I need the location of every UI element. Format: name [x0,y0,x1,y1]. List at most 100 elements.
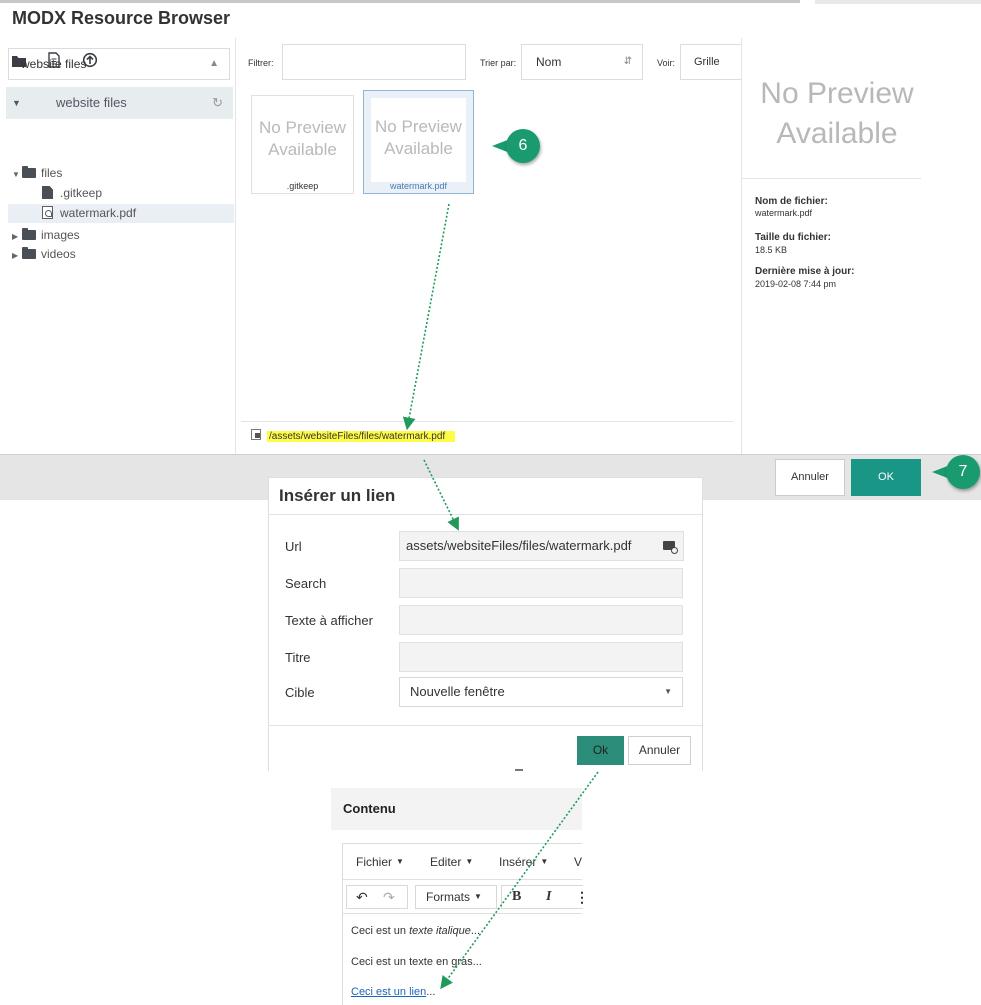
pdf-file-icon [42,206,53,219]
editor-line-italic[interactable]: Ceci est un texte italique... [351,925,480,937]
caret-right-icon[interactable]: ▶ [12,227,22,246]
badge-number: 6 [506,129,540,163]
thumbnail-gitkeep[interactable]: No Preview Available .gitkeep [251,95,354,194]
editor-line-bold[interactable]: Ceci est un texte en gras... [351,956,482,968]
badge-number: 7 [946,455,980,489]
inserted-link[interactable]: Ceci est un lien [351,986,426,998]
menu-view[interactable]: V [574,855,582,869]
window-top-border [0,0,800,3]
thumbnail-caption: .gitkeep [286,181,319,191]
menu-label: Insérer [499,855,537,869]
media-source-select[interactable]: website files ▲ [8,48,230,80]
tree-item-videos[interactable]: ▶ videos [12,245,232,264]
step-badge-7: 7 [932,455,980,489]
file-path-bar: /assets/websiteFiles/files/watermark.pdf [251,429,456,443]
text-to-display-input[interactable] [399,605,683,635]
tree-item-label: .gitkeep [60,186,103,200]
tree-item-images[interactable]: ▶ images [12,226,232,245]
search-label: Search [285,576,327,591]
browser-title: MODX Resource Browser [12,8,231,28]
line-text: ... [470,925,481,937]
caret-down-icon[interactable]: ▼ [12,165,22,184]
resource-browser-window: MODX Resource Browser website files ▲ ▼ … [0,0,981,500]
folder-icon [22,247,36,259]
tree-header-label: website files [56,95,127,110]
menu-label: V [574,855,583,869]
undo-redo-group: ↶ ↷ [346,885,408,909]
window-top-border-right [815,0,981,4]
tree-header[interactable]: ▼ website files ↻ [6,87,233,119]
line-text: Ceci est un [351,925,410,937]
browser-ok-button[interactable]: OK [851,459,921,496]
browser-cancel-button[interactable]: Annuler [775,459,845,496]
tree-item-gitkeep[interactable]: .gitkeep [42,184,232,203]
title-input[interactable] [399,642,683,672]
target-select[interactable]: Nouvelle fenêtre ▼ [399,677,683,707]
dialog-resize-mark [515,769,523,771]
caret-down-icon: ▼ [465,857,474,866]
align-icon[interactable]: ⋮ [575,889,589,906]
link-ok-button[interactable]: Ok [577,736,624,765]
content-title: Contenu [343,801,396,816]
large-preview-text: No Preview Available [760,77,914,150]
media-source-value: website files [21,57,87,71]
file-path-text: /assets/websiteFiles/files/watermark.pdf [267,431,456,442]
details-divider [741,178,921,179]
tree-item-label: files [41,166,63,180]
sort-value: Nom [536,55,562,69]
chevron-down-icon: ▼ [664,687,672,696]
redo-icon[interactable]: ↷ [383,889,395,906]
sort-label: Trier par: [480,58,517,68]
caret-right-icon[interactable]: ▶ [12,246,22,265]
view-label: Voir: [657,58,676,68]
tree-item-label: watermark.pdf [60,206,137,220]
editor-toolbar: ↶ ↷ Formats ▼ B I ⋮ [343,879,589,914]
formats-dropdown[interactable]: Formats ▼ [415,885,497,909]
folder-icon [22,166,36,178]
view-select[interactable]: Grille [680,44,742,80]
browse-folder-icon [663,541,678,554]
dialog-header-divider [268,514,703,515]
url-label: Url [285,539,302,554]
select-arrows-icon: ⇵ [623,56,632,67]
text-to-display-label: Texte à afficher [285,613,373,628]
filter-input[interactable] [282,44,466,80]
browse-button[interactable] [656,531,684,561]
link-cancel-button[interactable]: Annuler [628,736,691,765]
sort-select[interactable]: Nom ⇵ [521,44,643,80]
formats-text: Formats [426,890,471,904]
search-input[interactable] [399,568,683,598]
meta-key-filename: Nom de fichier: [755,196,828,207]
menu-fichier[interactable]: Fichier ▼ [356,855,404,869]
target-label: Cible [285,685,315,700]
caret-down-icon: ▼ [396,857,404,866]
thumbnail-watermark-pdf[interactable]: No Preview Available watermark.pdf [363,90,474,194]
menu-editer[interactable]: Editer ▼ [430,855,473,869]
line-text: ... [426,986,436,998]
tree-item-label: videos [41,247,76,261]
italic-button[interactable]: I [546,889,551,905]
menu-inserer[interactable]: Insérer ▼ [499,855,548,869]
meta-value-filesize: 18.5 KB [755,245,788,255]
refresh-icon[interactable]: ↻ [212,87,223,119]
insert-link-title: Insérer un lien [279,486,396,505]
formats-label: Formats ▼ [426,890,482,904]
tree-item-files[interactable]: ▼ files [12,164,232,183]
select-arrows-icon: ▲ [209,58,219,69]
url-input[interactable]: assets/websiteFiles/files/watermark.pdf [399,531,657,561]
view-value: Grille [694,56,720,68]
folder-icon [22,228,36,240]
thumbnail-caption: watermark.pdf [389,181,448,191]
editor-menu-bar: Fichier ▼ Editer ▼ Insérer ▼ V [343,844,582,879]
target-value: Nouvelle fenêtre [410,684,505,699]
undo-icon[interactable]: ↶ [356,889,368,906]
no-preview-text: No Preview Available [371,98,466,182]
filter-label: Filtrer: [248,58,274,68]
meta-key-updated: Dernière mise à jour: [755,266,855,277]
bold-button[interactable]: B [512,889,521,905]
tree-item-watermark-pdf[interactable]: watermark.pdf [8,204,234,223]
tree-item-label: images [41,228,80,242]
italic-text: texte italique [409,925,471,937]
title-label: Titre [285,650,311,665]
editor-line-link[interactable]: Ceci est un lien... [351,986,435,998]
